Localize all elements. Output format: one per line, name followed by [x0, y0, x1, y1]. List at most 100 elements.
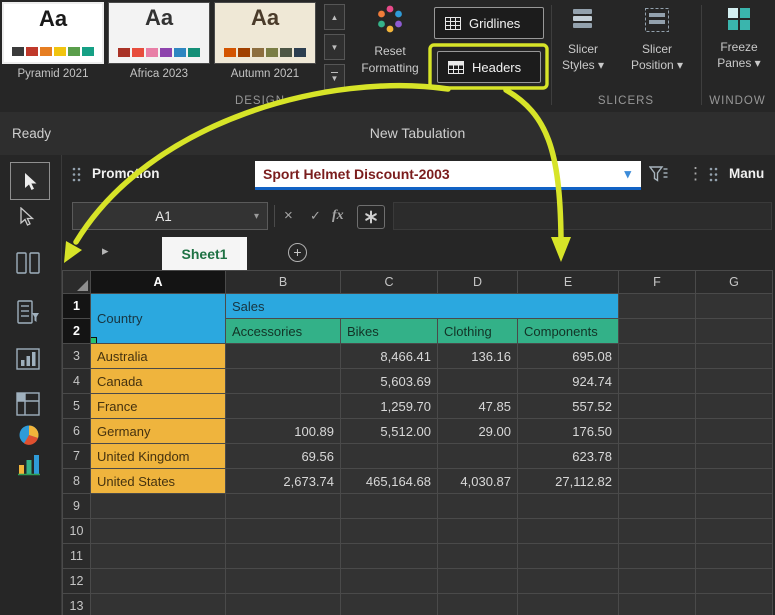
cell-D9[interactable]	[438, 494, 518, 519]
cell-G8[interactable]	[696, 469, 773, 494]
cell-F10[interactable]	[619, 519, 696, 544]
cell-A12[interactable]	[91, 569, 226, 594]
layout-tool-button[interactable]	[15, 251, 41, 280]
col-header-D[interactable]: D	[438, 271, 518, 294]
row-header-12[interactable]: 12	[63, 569, 91, 594]
row-header-7[interactable]: 7	[63, 444, 91, 469]
cell-A11[interactable]	[91, 544, 226, 569]
cell-G12[interactable]	[696, 569, 773, 594]
cell-F3[interactable]	[619, 344, 696, 369]
cell-F13[interactable]	[619, 594, 696, 615]
cell-C11[interactable]	[341, 544, 438, 569]
cell-C2[interactable]: Bikes	[341, 319, 438, 344]
theme-card-pyramid-2021[interactable]: Aa	[2, 2, 104, 64]
gallery-more-button[interactable]: ▼	[324, 64, 345, 90]
slicer-menu-kebab[interactable]: ⋮	[687, 165, 704, 182]
row-header-13[interactable]: 13	[63, 594, 91, 615]
cell-D3[interactable]: 136.16	[438, 344, 518, 369]
cell-C9[interactable]	[341, 494, 438, 519]
cell-G7[interactable]	[696, 444, 773, 469]
slicer-position-button[interactable]: Slicer Position ▾	[623, 7, 691, 73]
cell-B9[interactable]	[226, 494, 341, 519]
freeze-panes-button[interactable]: Freeze Panes ▾	[706, 7, 772, 71]
cell-D12[interactable]	[438, 569, 518, 594]
tab-scroll-arrow[interactable]: ▸	[102, 243, 109, 259]
row-header-10[interactable]: 10	[63, 519, 91, 544]
cell-F7[interactable]	[619, 444, 696, 469]
enter-button[interactable]: ✓	[310, 204, 321, 228]
cell-C10[interactable]	[341, 519, 438, 544]
cell-F8[interactable]	[619, 469, 696, 494]
col-header-E[interactable]: E	[518, 271, 619, 294]
cell-D10[interactable]	[438, 519, 518, 544]
cell-A8[interactable]: United States	[91, 469, 226, 494]
cell-B7[interactable]: 69.56	[226, 444, 341, 469]
cell-E7[interactable]: 623.78	[518, 444, 619, 469]
column-chart-tool-button[interactable]	[17, 453, 41, 481]
cell-F9[interactable]	[619, 494, 696, 519]
cell-D8[interactable]: 4,030.87	[438, 469, 518, 494]
cell-C4[interactable]: 5,603.69	[341, 369, 438, 394]
cell-E11[interactable]	[518, 544, 619, 569]
row-header-3[interactable]: 3	[63, 344, 91, 369]
filter-icon[interactable]	[649, 166, 668, 183]
cell-C3[interactable]: 8,466.41	[341, 344, 438, 369]
cell-G10[interactable]	[696, 519, 773, 544]
name-box[interactable]: A1 ▾	[72, 202, 268, 230]
cell-B6[interactable]: 100.89	[226, 419, 341, 444]
formula-input[interactable]	[393, 202, 772, 230]
cell-G6[interactable]	[696, 419, 773, 444]
cell-A9[interactable]	[91, 494, 226, 519]
cell-B8[interactable]: 2,673.74	[226, 469, 341, 494]
cell-A1[interactable]: Country	[91, 294, 226, 344]
cell-E8[interactable]: 27,112.82	[518, 469, 619, 494]
cell-G4[interactable]	[696, 369, 773, 394]
cell-D13[interactable]	[438, 594, 518, 615]
col-header-B[interactable]: B	[226, 271, 341, 294]
gallery-scroll-down-button[interactable]: ▼	[324, 34, 345, 60]
cell-G3[interactable]	[696, 344, 773, 369]
row-header-1[interactable]: 1	[63, 294, 91, 319]
chevron-down-icon[interactable]: ▾	[624, 166, 631, 182]
col-header-C[interactable]: C	[341, 271, 438, 294]
cell-B3[interactable]	[226, 344, 341, 369]
cell-C8[interactable]: 465,164.68	[341, 469, 438, 494]
cell-E4[interactable]: 924.74	[518, 369, 619, 394]
reset-formatting-button[interactable]: Reset Formatting	[350, 4, 430, 102]
cell-C7[interactable]	[341, 444, 438, 469]
theme-card-autumn-2021[interactable]: Aa	[214, 2, 316, 64]
chart-tool-button[interactable]	[15, 347, 41, 376]
cell-F1[interactable]	[619, 294, 696, 319]
cell-B10[interactable]	[226, 519, 341, 544]
slicer-styles-button[interactable]: Slicer Styles ▾	[553, 7, 613, 73]
col-header-F[interactable]: F	[619, 271, 696, 294]
select-tool-button[interactable]	[17, 207, 35, 231]
cell-B2[interactable]: Accessories	[226, 319, 341, 344]
pie-chart-tool-button[interactable]	[17, 423, 41, 452]
cell-F11[interactable]	[619, 544, 696, 569]
cell-D7[interactable]	[438, 444, 518, 469]
cell-A13[interactable]	[91, 594, 226, 615]
cell-A7[interactable]: United Kingdom	[91, 444, 226, 469]
cell-A6[interactable]: Germany	[91, 419, 226, 444]
row-header-2[interactable]: 2	[63, 319, 91, 344]
slicer-grip-icon[interactable]	[709, 167, 718, 182]
cell-E5[interactable]: 557.52	[518, 394, 619, 419]
cell-F5[interactable]	[619, 394, 696, 419]
fill-handle[interactable]	[91, 337, 98, 344]
cell-A10[interactable]	[91, 519, 226, 544]
ai-assistant-button[interactable]	[357, 205, 385, 229]
headers-button[interactable]: Headers	[437, 51, 541, 83]
cell-E2[interactable]: Components	[518, 319, 619, 344]
insert-function-button[interactable]: fx	[332, 204, 344, 228]
row-header-4[interactable]: 4	[63, 369, 91, 394]
add-sheet-button[interactable]: +	[288, 243, 307, 262]
cell-D4[interactable]	[438, 369, 518, 394]
cell-F4[interactable]	[619, 369, 696, 394]
select-all-corner[interactable]	[63, 271, 91, 294]
cell-B1[interactable]: Sales	[226, 294, 619, 319]
cell-G13[interactable]	[696, 594, 773, 615]
row-header-8[interactable]: 8	[63, 469, 91, 494]
promotion-dropdown[interactable]: Sport Helmet Discount-2003 ▾	[255, 161, 641, 190]
cell-B11[interactable]	[226, 544, 341, 569]
